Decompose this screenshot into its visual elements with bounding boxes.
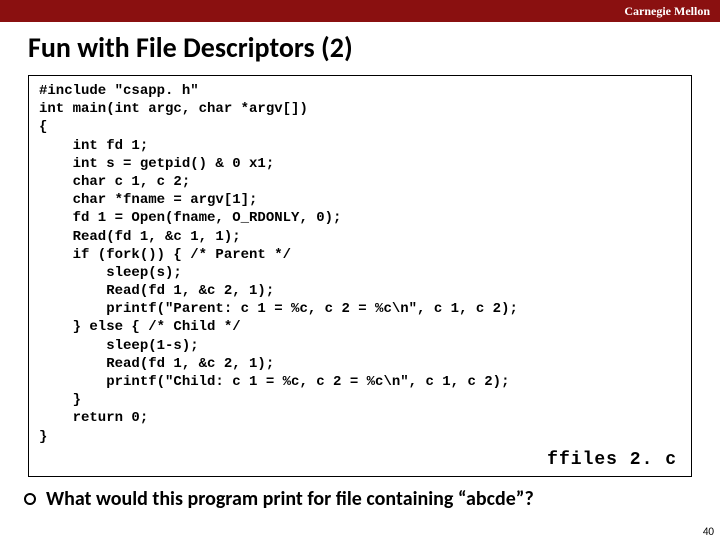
top-bar: Carnegie Mellon: [0, 0, 720, 22]
page-number: 40: [703, 525, 714, 538]
brand-label: Carnegie Mellon: [624, 4, 710, 19]
bullet-icon: [24, 493, 36, 505]
slide-title: Fun with File Descriptors (2): [0, 22, 720, 75]
filename-label: ffiles 2. c: [547, 450, 677, 470]
slide: Carnegie Mellon Fun with File Descriptor…: [0, 0, 720, 540]
bullet-row: What would this program print for file c…: [0, 477, 720, 511]
code-listing: #include "csapp. h" int main(int argc, c…: [39, 82, 681, 446]
code-box: #include "csapp. h" int main(int argc, c…: [28, 75, 692, 477]
question-text: What would this program print for file c…: [46, 487, 534, 511]
